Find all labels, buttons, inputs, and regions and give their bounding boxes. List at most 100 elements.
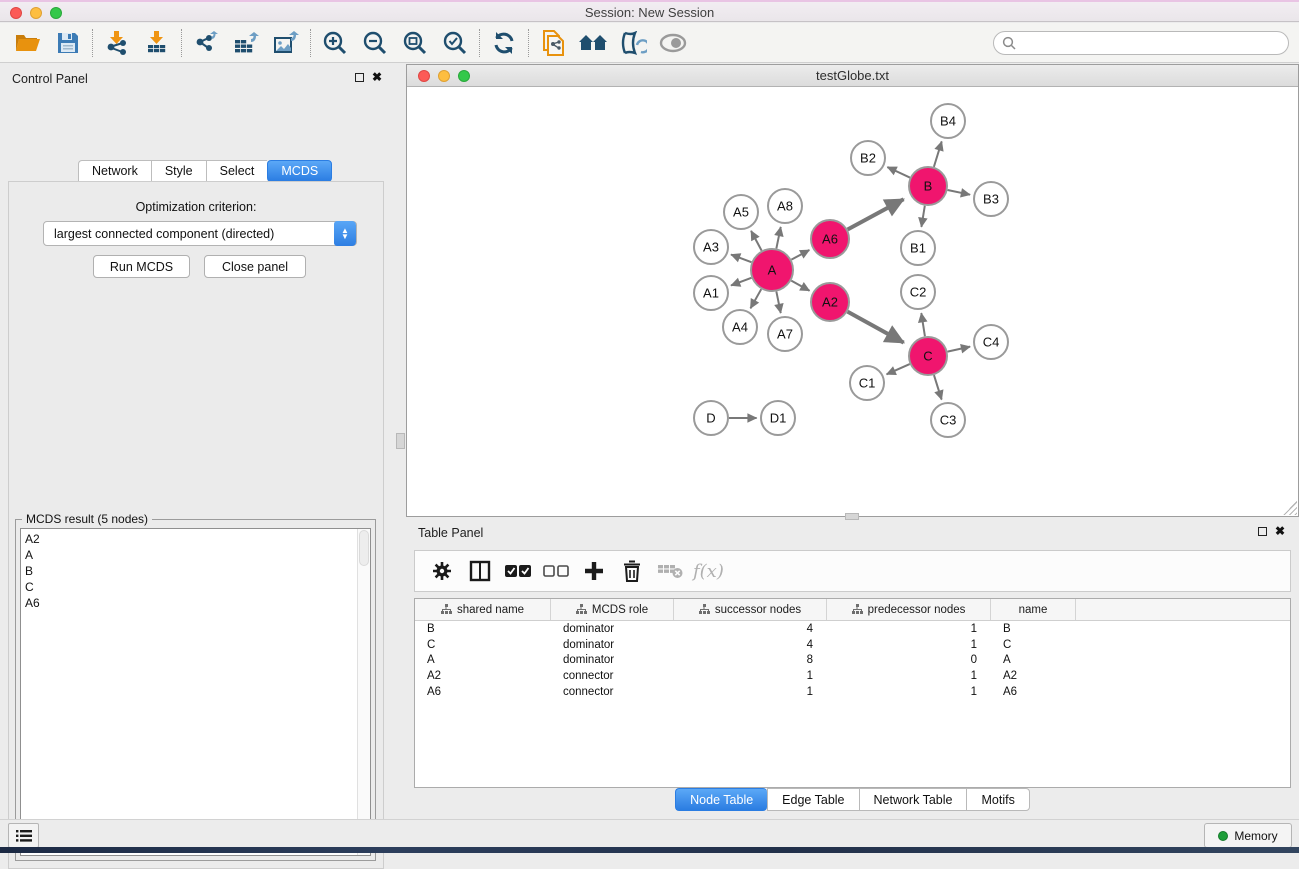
close-panel-button[interactable]: Close panel (204, 255, 306, 278)
result-scrollbar[interactable] (357, 529, 370, 855)
node-A8[interactable]: A8 (768, 189, 802, 223)
node-D1[interactable]: D1 (761, 401, 795, 435)
delete-table-icon[interactable] (651, 553, 689, 589)
table-cell[interactable]: B (415, 623, 551, 635)
node-A3[interactable]: A3 (694, 230, 728, 264)
show-hide-icon[interactable] (653, 26, 693, 60)
run-mcds-button[interactable]: Run MCDS (93, 255, 190, 278)
save-session-icon[interactable] (48, 26, 88, 60)
node-B1[interactable]: B1 (901, 231, 935, 265)
zoom-in-icon[interactable] (315, 26, 355, 60)
export-image-icon[interactable] (266, 26, 306, 60)
tab-style[interactable]: Style (151, 160, 206, 182)
edge-C-C2[interactable] (921, 313, 925, 336)
import-table-icon[interactable] (137, 26, 177, 60)
table-cell[interactable]: 4 (674, 623, 827, 635)
column-header-shared-name[interactable]: shared name (415, 599, 551, 620)
float-table-panel-icon[interactable] (1258, 527, 1267, 536)
table-cell[interactable]: dominator (551, 623, 674, 635)
tab-select[interactable]: Select (206, 160, 268, 182)
result-item[interactable]: B (25, 563, 370, 579)
table-cell[interactable]: A (991, 654, 1076, 666)
result-item[interactable]: A2 (25, 531, 370, 547)
settings-gear-icon[interactable] (423, 553, 461, 589)
table-cell[interactable]: 8 (674, 654, 827, 666)
table-cell[interactable]: A6 (415, 686, 551, 698)
close-panel-icon[interactable]: ✖ (372, 73, 382, 82)
delete-icon[interactable] (613, 553, 651, 589)
node-D[interactable]: D (694, 401, 728, 435)
edge-A2-C[interactable] (848, 312, 904, 343)
table-row[interactable]: A6connector11A6 (415, 684, 1290, 700)
table-cell[interactable]: A2 (991, 670, 1076, 682)
edge-A-A2[interactable] (791, 281, 809, 291)
table-cell[interactable]: 4 (674, 639, 827, 651)
home-layout-icon[interactable] (573, 26, 613, 60)
table-cell[interactable]: 1 (827, 686, 991, 698)
result-item[interactable]: C (25, 579, 370, 595)
table-row[interactable]: A2connector11A2 (415, 668, 1290, 684)
columns-icon[interactable] (461, 553, 499, 589)
task-history-button[interactable] (8, 823, 39, 848)
edge-B-B4[interactable] (934, 141, 942, 166)
edge-A-A8[interactable] (776, 227, 780, 248)
table-row[interactable]: Adominator80A (415, 653, 1290, 669)
zoom-out-icon[interactable] (355, 26, 395, 60)
node-A[interactable]: A (751, 249, 793, 291)
tab-network-table[interactable]: Network Table (859, 788, 967, 811)
edge-B-B3[interactable] (948, 190, 970, 195)
node-A2[interactable]: A2 (811, 283, 849, 321)
node-A4[interactable]: A4 (723, 310, 757, 344)
table-cell[interactable]: connector (551, 686, 674, 698)
table-row[interactable]: Bdominator41B (415, 621, 1290, 637)
node-B3[interactable]: B3 (974, 182, 1008, 216)
node-A7[interactable]: A7 (768, 317, 802, 351)
column-header-successor-nodes[interactable]: successor nodes (674, 599, 827, 620)
tab-edge-table[interactable]: Edge Table (767, 788, 858, 811)
open-session-icon[interactable] (8, 26, 48, 60)
column-header-predecessor-nodes[interactable]: predecessor nodes (827, 599, 991, 620)
edge-A-A7[interactable] (776, 292, 780, 313)
table-cell[interactable]: 1 (827, 623, 991, 635)
table-cell[interactable]: 1 (674, 670, 827, 682)
add-icon[interactable] (575, 553, 613, 589)
zoom-selected-icon[interactable] (435, 26, 475, 60)
table-cell[interactable]: A6 (991, 686, 1076, 698)
export-table-icon[interactable] (226, 26, 266, 60)
column-header-MCDS-role[interactable]: MCDS role (551, 599, 674, 620)
network-canvas[interactable]: B4B2BB3A8A5A6A3B1AA1C2A2A4A7C4CC1DD1C3 (407, 88, 1298, 516)
search-input[interactable] (993, 31, 1289, 55)
node-A5[interactable]: A5 (724, 195, 758, 229)
function-builder-icon[interactable]: f(x) (693, 561, 724, 582)
select-all-icon[interactable] (499, 553, 537, 589)
vertical-splitter-handle[interactable] (396, 433, 405, 449)
table-cell[interactable]: C (991, 639, 1076, 651)
table-cell[interactable]: A2 (415, 670, 551, 682)
edge-B-B2[interactable] (887, 167, 909, 177)
edge-A-A1[interactable] (731, 278, 751, 286)
edge-B-B1[interactable] (921, 206, 924, 227)
table-cell[interactable]: A (415, 654, 551, 666)
memory-button[interactable]: Memory (1204, 823, 1292, 848)
table-cell[interactable]: 1 (674, 686, 827, 698)
edge-C-C4[interactable] (948, 347, 971, 352)
table-cell[interactable]: 1 (827, 670, 991, 682)
import-network-icon[interactable] (97, 26, 137, 60)
node-A1[interactable]: A1 (694, 276, 728, 310)
zoom-fit-icon[interactable] (395, 26, 435, 60)
node-C1[interactable]: C1 (850, 366, 884, 400)
style-preview-icon[interactable] (613, 26, 653, 60)
deselect-all-icon[interactable] (537, 553, 575, 589)
refresh-icon[interactable] (484, 26, 524, 60)
edge-C-C3[interactable] (934, 375, 942, 399)
close-table-panel-icon[interactable]: ✖ (1275, 527, 1285, 536)
edge-A-A6[interactable] (791, 250, 809, 260)
edge-C-C1[interactable] (887, 364, 910, 374)
node-C2[interactable]: C2 (901, 275, 935, 309)
table-cell[interactable]: dominator (551, 639, 674, 651)
table-cell[interactable]: connector (551, 670, 674, 682)
resize-grip-icon[interactable] (1283, 501, 1297, 515)
network-window-titlebar[interactable]: testGlobe.txt (407, 65, 1298, 87)
table-row[interactable]: Cdominator41C (415, 637, 1290, 653)
tab-network[interactable]: Network (78, 160, 151, 182)
